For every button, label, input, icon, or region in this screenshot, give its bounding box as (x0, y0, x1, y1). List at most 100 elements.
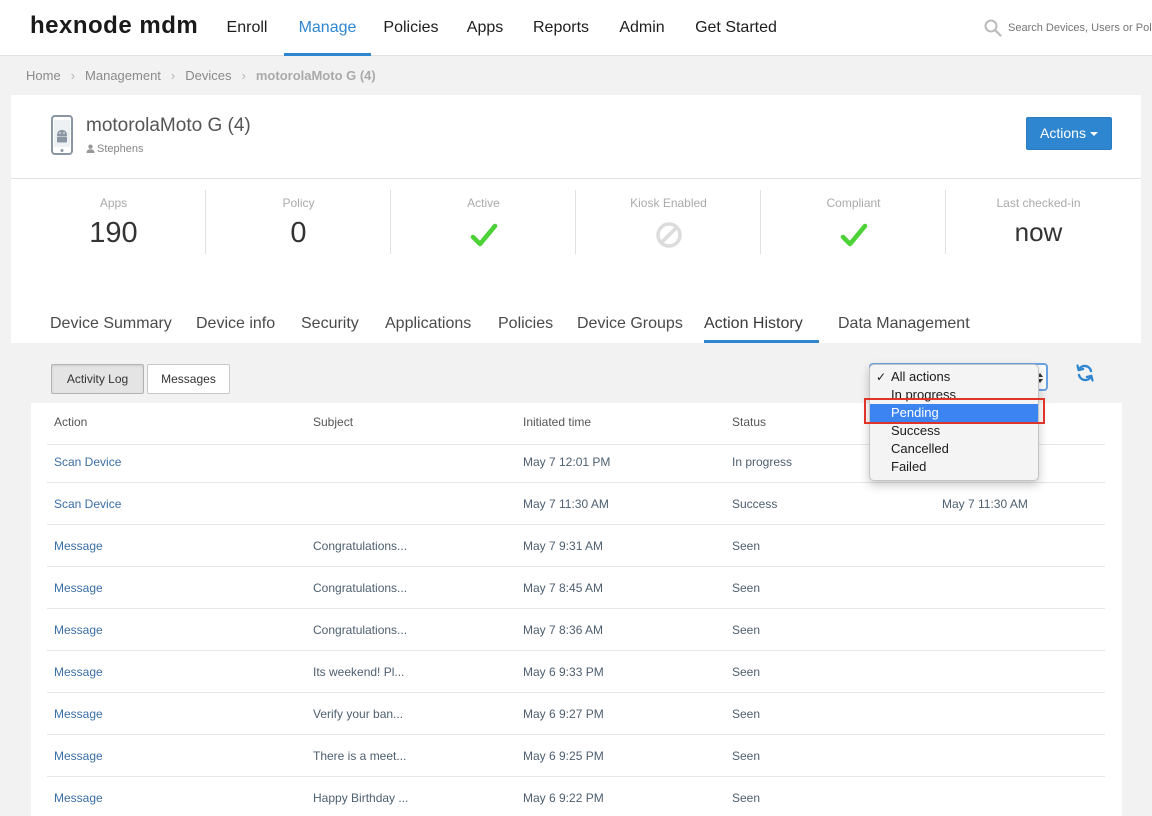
cell-initiated-time: May 7 11:30 AM (523, 497, 609, 511)
activity-log-button[interactable]: Activity Log (51, 364, 144, 394)
stat-label: Compliant (826, 196, 881, 210)
cell-subject: Verify your ban... (313, 707, 404, 721)
chevron-right-icon: › (70, 68, 76, 83)
device-name: motorolaMoto G (4) (86, 115, 251, 136)
cell-initiated-time: May 7 8:36 AM (523, 623, 604, 637)
cell-status: Seen (732, 749, 761, 763)
nav-reports[interactable]: Reports (524, 0, 598, 56)
column-header-initiated-time[interactable]: Initiated time (523, 403, 591, 441)
cell-initiated-time: May 7 8:45 AM (523, 581, 604, 595)
nav-policies[interactable]: Policies (375, 0, 447, 56)
cell-status: Seen (732, 581, 761, 595)
cell-subject: Congratulations... (313, 623, 408, 637)
device-user[interactable]: Stephens (86, 143, 143, 155)
device-header: motorolaMoto G (4) Stephens Actions (11, 95, 1141, 179)
column-header-status[interactable]: Status (732, 403, 766, 441)
stat-label: Apps (99, 196, 128, 210)
table-row[interactable]: Message Congratulations... May 7 8:36 AM… (47, 609, 1105, 651)
table-row[interactable]: Scan Device May 7 11:30 AM Success May 7… (47, 483, 1105, 525)
cell-status: In progress (732, 455, 793, 469)
cell-status: Success (732, 497, 778, 511)
tab-security[interactable]: Security (301, 315, 359, 343)
stat-compliant: Compliant (761, 179, 946, 265)
tab-device-summary[interactable]: Device Summary (50, 315, 172, 343)
table-row[interactable]: Message Its weekend! Pl... May 6 9:33 PM… (47, 651, 1105, 693)
logo[interactable]: hexnode mdm (30, 12, 198, 40)
cell-status: Seen (732, 665, 761, 679)
tab-device-groups[interactable]: Device Groups (577, 315, 683, 343)
table-row[interactable]: Message Verify your ban... May 6 9:27 PM… (47, 693, 1105, 735)
cell-action: Message (54, 539, 103, 553)
nav-enroll[interactable]: Enroll (214, 0, 280, 56)
cell-status: Seen (732, 707, 761, 721)
cell-action: Message (54, 665, 103, 679)
search-icon[interactable] (984, 19, 1002, 37)
filter-option-failed[interactable]: Failed (870, 458, 1038, 476)
actions-button[interactable]: Actions (1026, 117, 1112, 150)
cell-initiated-time: May 7 12:01 PM (523, 455, 611, 469)
stat-last-checked-in: Last checked-in now (946, 179, 1131, 265)
nav-get-started[interactable]: Get Started (686, 0, 786, 56)
device-card: motorolaMoto G (4) Stephens Actions Apps… (11, 95, 1141, 265)
cell-action: Scan Device (54, 497, 122, 511)
stat-active: Active (391, 179, 576, 265)
filter-option-cancelled[interactable]: Cancelled (870, 440, 1038, 458)
tab-data-management[interactable]: Data Management (838, 315, 970, 343)
device-tabs: Device Summary Device info Security Appl… (0, 265, 1152, 343)
breadcrumb-home[interactable]: Home (26, 68, 61, 83)
search-input[interactable] (1008, 18, 1152, 38)
filter-option-label: All actions (891, 369, 951, 384)
stat-label: Last checked-in (996, 196, 1081, 210)
stat-policy[interactable]: Policy 0 (206, 179, 391, 265)
cell-initiated-time: May 7 9:31 AM (523, 539, 604, 553)
stat-value: 0 (290, 217, 307, 249)
check-icon (470, 223, 497, 247)
nav-manage[interactable]: Manage (284, 0, 371, 56)
refresh-icon[interactable] (1075, 363, 1095, 383)
column-header-subject[interactable]: Subject (313, 403, 353, 441)
cell-initiated-time: May 6 9:25 PM (523, 749, 604, 763)
nav-apps[interactable]: Apps (457, 0, 513, 56)
cell-action: Scan Device (54, 455, 122, 469)
table-row[interactable]: Message Happy Birthday ... May 6 9:22 PM… (47, 777, 1105, 816)
cell-action: Message (54, 707, 103, 721)
cell-subject: There is a meet... (313, 749, 407, 763)
breadcrumb: Home › Management › Devices › motorolaMoto G (… (26, 68, 376, 83)
stat-kiosk-enabled: Kiosk Enabled (576, 179, 761, 265)
cell-status: Seen (732, 539, 761, 553)
breadcrumb-current: motorolaMoto G (4) (255, 68, 376, 83)
table-row[interactable]: Message Congratulations... May 7 9:31 AM… (47, 525, 1105, 567)
top-navigation-bar: hexnode mdm Enroll Manage Policies Apps … (0, 0, 1152, 56)
filter-option-success[interactable]: Success (870, 422, 1038, 440)
cell-action: Message (54, 581, 103, 595)
tab-policies[interactable]: Policies (498, 315, 553, 343)
stat-value: now (1014, 217, 1063, 247)
nav-admin[interactable]: Admin (609, 0, 675, 56)
breadcrumb-management[interactable]: Management (85, 68, 161, 83)
table-row[interactable]: Message There is a meet... May 6 9:25 PM… (47, 735, 1105, 777)
tab-action-history[interactable]: Action History (704, 315, 819, 343)
cell-action: Message (54, 749, 103, 763)
cell-initiated-time: May 6 9:22 PM (523, 791, 604, 805)
column-header-action[interactable]: Action (54, 403, 87, 441)
messages-button[interactable]: Messages (147, 364, 230, 394)
cell-action: Message (54, 791, 103, 805)
stat-apps[interactable]: Apps 190 (21, 179, 206, 265)
disabled-icon (655, 222, 682, 248)
stat-label: Policy (282, 196, 315, 210)
stat-label: Kiosk Enabled (630, 196, 707, 210)
stat-label: Active (467, 196, 500, 210)
check-icon (840, 223, 867, 247)
filter-option-all-actions[interactable]: ✓ All actions (870, 368, 1038, 386)
cell-subject: Its weekend! Pl... (313, 665, 405, 679)
table-row[interactable]: Message Congratulations... May 7 8:45 AM… (47, 567, 1105, 609)
tab-applications[interactable]: Applications (385, 315, 471, 343)
breadcrumb-devices[interactable]: Devices (185, 68, 231, 83)
tabs-background (11, 265, 1141, 343)
tab-device-info[interactable]: Device info (196, 315, 275, 343)
device-user-name: Stephens (97, 143, 144, 155)
actions-button-label: Actions (1040, 125, 1086, 141)
caret-down-icon (1089, 132, 1098, 136)
cell-action: Message (54, 623, 103, 637)
cell-completed-time: May 7 11:30 AM (942, 497, 1028, 511)
